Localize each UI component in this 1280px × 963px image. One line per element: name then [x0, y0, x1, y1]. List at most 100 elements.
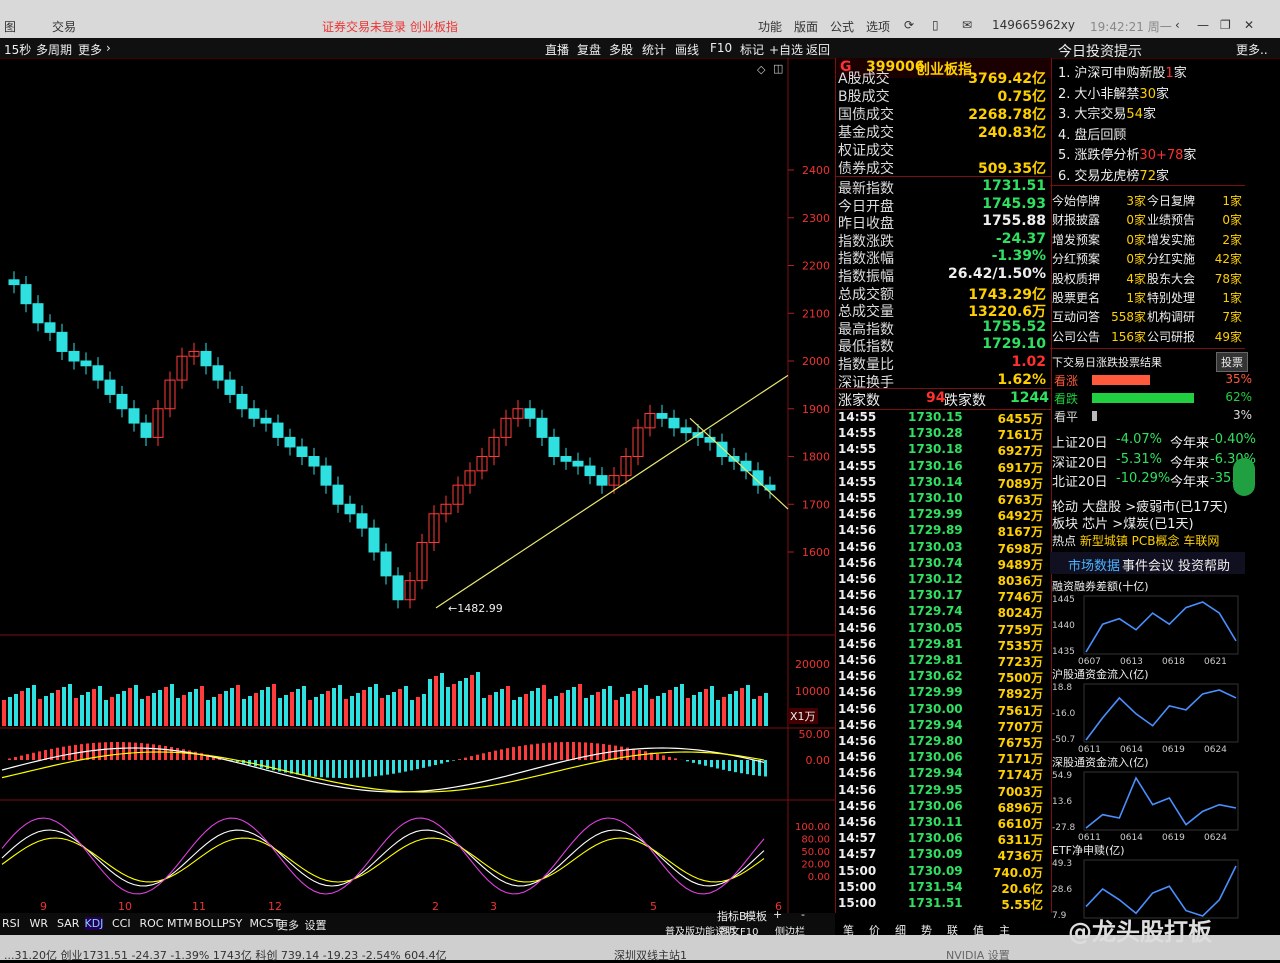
tick-row[interactable]: 14:561729.947707万	[836, 718, 1049, 734]
period-selector[interactable]: 15秒	[4, 41, 31, 58]
tick-row[interactable]: 14:561730.128036万	[836, 572, 1049, 588]
close-icon[interactable]: ✕	[1244, 18, 1254, 32]
tick-row[interactable]: 14:551730.156455万	[836, 410, 1049, 426]
f10-button[interactable]: F10	[710, 41, 732, 55]
tick-row[interactable]: 14:561730.177746万	[836, 588, 1049, 604]
menu-function[interactable]: 功能	[758, 18, 782, 35]
tab-mcst[interactable]: MCST	[250, 917, 281, 930]
tab-sar[interactable]: SAR	[57, 917, 79, 930]
tip-item[interactable]: 5.涨跌停分析30+78家	[1058, 144, 1196, 163]
tick-row[interactable]: 14:561729.947174万	[836, 766, 1049, 782]
kline-svg[interactable]: 240023002200210020001900180017001600←148…	[0, 58, 835, 913]
help-link[interactable]: 投资帮助	[1178, 555, 1230, 574]
tips-more-link[interactable]: 更多..	[1236, 41, 1268, 58]
replay-button[interactable]: 复盘	[577, 41, 601, 58]
return-button[interactable]: 返回	[806, 41, 830, 58]
grid-cell[interactable]: 特别处理	[1147, 289, 1195, 306]
tab-right-2[interactable]: +	[773, 908, 782, 921]
vote-button[interactable]: 投票	[1216, 352, 1248, 372]
tick-row[interactable]: 14:571730.094736万	[836, 847, 1049, 863]
market-data-link[interactable]: 市场数据	[1068, 555, 1120, 574]
minimize-icon[interactable]: —	[1197, 18, 1209, 32]
diamond-icon[interactable]: ◇	[757, 63, 765, 76]
grid-cell[interactable]: 财报披露	[1052, 211, 1100, 228]
tab-kdj[interactable]: KDJ	[85, 917, 104, 930]
multi-stock-button[interactable]: 多股	[609, 41, 633, 58]
tick-row[interactable]: 14:561730.627500万	[836, 669, 1049, 685]
mail-icon[interactable]: ✉	[962, 18, 972, 32]
menu-layout[interactable]: 版面	[794, 18, 818, 35]
tick-row[interactable]: 14:561729.898167万	[836, 523, 1049, 539]
add-watchlist-button[interactable]: +自选	[769, 41, 803, 58]
tick-row[interactable]: 14:561729.817723万	[836, 653, 1049, 669]
menu-chart[interactable]: 图	[4, 18, 16, 35]
grid-cell[interactable]: 分红预案	[1052, 250, 1100, 267]
tab-rsi[interactable]: RSI	[2, 917, 20, 930]
tick-row[interactable]: 14:551730.287161万	[836, 426, 1049, 442]
grid-cell[interactable]: 分红实施	[1147, 250, 1195, 267]
tip-item[interactable]: 6.交易龙虎榜72家	[1058, 165, 1169, 184]
tip-item[interactable]: 3.大宗交易54家	[1058, 103, 1156, 122]
grid-cell[interactable]: 互动问答	[1052, 308, 1100, 325]
tick-row[interactable]: 15:001731.5420.6亿	[836, 880, 1049, 896]
tab-roc[interactable]: ROC	[140, 917, 164, 930]
tick-row[interactable]: 14:561730.037698万	[836, 540, 1049, 556]
tick-row[interactable]: 14:561730.057759万	[836, 621, 1049, 637]
tick-row[interactable]: 14:551730.166917万	[836, 459, 1049, 475]
tick-row[interactable]: 14:551730.106763万	[836, 491, 1049, 507]
tab-mtm[interactable]: MTM	[167, 917, 193, 930]
draw-line-button[interactable]: 画线	[675, 41, 699, 58]
tick-row[interactable]: 14:561730.116610万	[836, 815, 1049, 831]
tip-item[interactable]: 4.盘后回顾	[1058, 124, 1126, 143]
multi-period-button[interactable]: 多周期	[36, 41, 72, 58]
tick-row[interactable]: 15:001731.515.55亿	[836, 896, 1049, 912]
grid-cell[interactable]: 公司研报	[1147, 328, 1195, 345]
tab-psy[interactable]: PSY	[222, 917, 242, 930]
tab-right-3[interactable]: -	[801, 908, 805, 921]
panel-toggle-icon[interactable]: ◫	[773, 62, 783, 75]
tick-row[interactable]: 14:561730.066896万	[836, 799, 1049, 815]
restore-icon[interactable]: ❐	[1220, 18, 1231, 32]
grid-cell[interactable]: 业绩预告	[1147, 211, 1195, 228]
tab-更多[interactable]: 更多	[277, 917, 299, 933]
tick-row[interactable]: 14:561729.957003万	[836, 783, 1049, 799]
tick-row[interactable]: 14:551730.186927万	[836, 442, 1049, 458]
grid-cell[interactable]: 机构调研	[1147, 308, 1195, 325]
mark-button[interactable]: 标记	[740, 41, 764, 58]
grid-cell[interactable]: 增发预案	[1052, 231, 1100, 248]
grid-cell[interactable]: 股东大会	[1147, 270, 1195, 287]
tick-row[interactable]: 14:561729.817535万	[836, 637, 1049, 653]
tab-boll[interactable]: BOLL	[195, 917, 223, 930]
menu-formula[interactable]: 公式	[830, 18, 854, 35]
tab-right-0[interactable]: 指标B	[717, 908, 747, 924]
tick-row[interactable]: 14:561729.807675万	[836, 734, 1049, 750]
hot-list[interactable]: 新型城镇 PCB概念 车联网	[1080, 534, 1219, 548]
phone-icon[interactable]: ▯	[932, 18, 939, 32]
more-button[interactable]: 更多	[78, 41, 102, 58]
tab-right-1[interactable]: 模板	[745, 908, 767, 924]
tab-cci[interactable]: CCI	[112, 917, 131, 930]
back-icon[interactable]: ‹	[1175, 18, 1180, 32]
tab-设置[interactable]: 设置	[305, 917, 327, 933]
tip-item[interactable]: 1.沪深可申购新股1家	[1058, 62, 1187, 81]
tick-row[interactable]: 14:561730.749489万	[836, 556, 1049, 572]
grid-cell[interactable]: 今始停牌	[1052, 192, 1100, 209]
grid-cell[interactable]: 今日复牌	[1147, 192, 1195, 209]
grid-cell[interactable]: 股权质押	[1052, 270, 1100, 287]
float-ball[interactable]	[1233, 458, 1255, 496]
tick-row[interactable]: 14:551730.147089万	[836, 475, 1049, 491]
menu-trade[interactable]: 交易	[52, 18, 76, 35]
tick-row[interactable]: 15:001730.09740.0万	[836, 864, 1049, 880]
kline-chart[interactable]: 240023002200210020001900180017001600←148…	[0, 58, 835, 913]
refresh-icon[interactable]: ⟳	[904, 18, 914, 32]
tick-row[interactable]: 14:561730.067171万	[836, 750, 1049, 766]
tick-row[interactable]: 14:561729.997892万	[836, 685, 1049, 701]
live-button[interactable]: 直播	[545, 41, 569, 58]
grid-cell[interactable]: 公司公告	[1052, 328, 1100, 345]
rotation-line[interactable]: 板块 芯片 >煤炭(已1天)	[1052, 513, 1194, 532]
tip-item[interactable]: 2.大小非解禁30家	[1058, 83, 1169, 102]
menu-options[interactable]: 选项	[866, 18, 890, 35]
tick-row[interactable]: 14:571730.066311万	[836, 831, 1049, 847]
events-link[interactable]: 事件会议	[1122, 555, 1174, 574]
stats-button[interactable]: 统计	[642, 41, 666, 58]
